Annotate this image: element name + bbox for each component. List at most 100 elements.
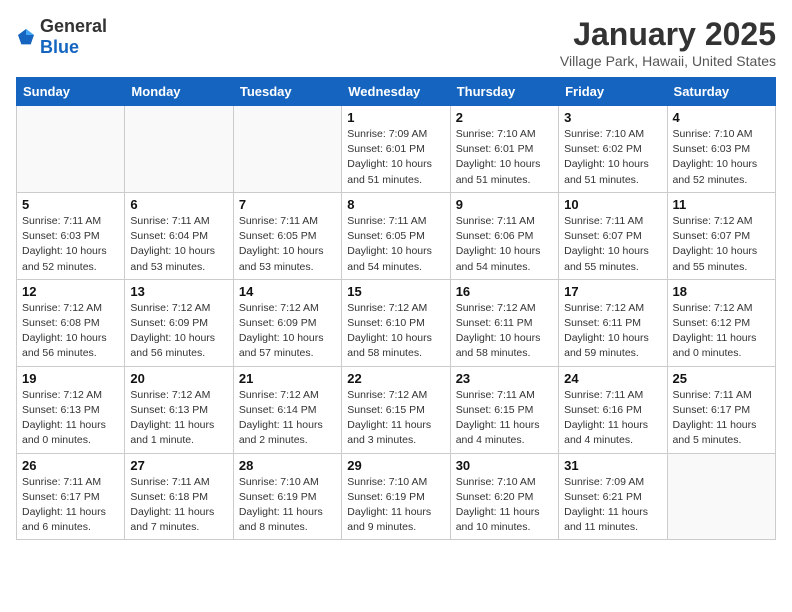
day-info: Sunrise: 7:10 AM Sunset: 6:02 PM Dayligh… bbox=[564, 127, 661, 188]
calendar-cell: 16 Sunrise: 7:12 AM Sunset: 6:11 PM Dayli… bbox=[450, 279, 558, 366]
day-number: 4 bbox=[673, 110, 770, 125]
calendar-cell: 7 Sunrise: 7:11 AM Sunset: 6:05 PM Daylig… bbox=[233, 192, 341, 279]
calendar-cell: 8 Sunrise: 7:11 AM Sunset: 6:05 PM Daylig… bbox=[342, 192, 450, 279]
calendar-cell: 14 Sunrise: 7:12 AM Sunset: 6:09 PM Dayli… bbox=[233, 279, 341, 366]
day-number: 28 bbox=[239, 458, 336, 473]
calendar-cell: 5 Sunrise: 7:11 AM Sunset: 6:03 PM Daylig… bbox=[17, 192, 125, 279]
calendar-cell: 20Sunrise: 7:12 AM Sunset: 6:13 PM Dayli… bbox=[125, 366, 233, 453]
weekday-header-wednesday: Wednesday bbox=[342, 78, 450, 106]
day-info: Sunrise: 7:11 AM Sunset: 6:05 PM Dayligh… bbox=[347, 214, 444, 275]
day-info: Sunrise: 7:12 AM Sunset: 6:13 PM Dayligh… bbox=[22, 388, 119, 449]
day-number: 11 bbox=[673, 197, 770, 212]
day-info: Sunrise: 7:10 AM Sunset: 6:03 PM Dayligh… bbox=[673, 127, 770, 188]
calendar-cell: 17 Sunrise: 7:12 AM Sunset: 6:11 PM Dayli… bbox=[559, 279, 667, 366]
week-row-2: 5 Sunrise: 7:11 AM Sunset: 6:03 PM Daylig… bbox=[17, 192, 776, 279]
calendar-cell: 24 Sunrise: 7:11 AM Sunset: 6:16 PM Dayli… bbox=[559, 366, 667, 453]
calendar-cell: 4 Sunrise: 7:10 AM Sunset: 6:03 PM Daylig… bbox=[667, 106, 775, 193]
day-number: 21 bbox=[239, 371, 336, 386]
day-number: 13 bbox=[130, 284, 227, 299]
weekday-header-sunday: Sunday bbox=[17, 78, 125, 106]
day-info: Sunrise: 7:11 AM Sunset: 6:16 PM Dayligh… bbox=[564, 388, 661, 449]
day-info: Sunrise: 7:12 AM Sunset: 6:14 PM Dayligh… bbox=[239, 388, 336, 449]
day-info: Sunrise: 7:10 AM Sunset: 6:19 PM Dayligh… bbox=[239, 475, 336, 536]
weekday-header-tuesday: Tuesday bbox=[233, 78, 341, 106]
weekday-header-saturday: Saturday bbox=[667, 78, 775, 106]
calendar-cell: 26 Sunrise: 7:11 AM Sunset: 6:17 PM Dayli… bbox=[17, 453, 125, 540]
day-info: Sunrise: 7:11 AM Sunset: 6:17 PM Dayligh… bbox=[673, 388, 770, 449]
calendar-cell: 19Sunrise: 7:12 AM Sunset: 6:13 PM Dayli… bbox=[17, 366, 125, 453]
day-number: 17 bbox=[564, 284, 661, 299]
day-number: 31 bbox=[564, 458, 661, 473]
calendar-cell: 21 Sunrise: 7:12 AM Sunset: 6:14 PM Dayli… bbox=[233, 366, 341, 453]
day-number: 18 bbox=[673, 284, 770, 299]
day-number: 24 bbox=[564, 371, 661, 386]
day-number: 30 bbox=[456, 458, 553, 473]
calendar-cell: 31 Sunrise: 7:09 AM Sunset: 6:21 PM Dayli… bbox=[559, 453, 667, 540]
calendar-cell: 15Sunrise: 7:12 AM Sunset: 6:10 PM Dayli… bbox=[342, 279, 450, 366]
day-info: Sunrise: 7:12 AM Sunset: 6:12 PM Dayligh… bbox=[673, 301, 770, 362]
day-number: 8 bbox=[347, 197, 444, 212]
calendar-cell: 28 Sunrise: 7:10 AM Sunset: 6:19 PM Dayli… bbox=[233, 453, 341, 540]
logo-general: General bbox=[40, 16, 107, 36]
day-info: Sunrise: 7:12 AM Sunset: 6:11 PM Dayligh… bbox=[456, 301, 553, 362]
day-info: Sunrise: 7:12 AM Sunset: 6:10 PM Dayligh… bbox=[347, 301, 444, 362]
day-number: 7 bbox=[239, 197, 336, 212]
calendar-cell bbox=[125, 106, 233, 193]
day-number: 26 bbox=[22, 458, 119, 473]
day-info: Sunrise: 7:11 AM Sunset: 6:15 PM Dayligh… bbox=[456, 388, 553, 449]
logo-text: General Blue bbox=[40, 16, 107, 58]
day-info: Sunrise: 7:11 AM Sunset: 6:03 PM Dayligh… bbox=[22, 214, 119, 275]
weekday-header-monday: Monday bbox=[125, 78, 233, 106]
calendar-cell: 3 Sunrise: 7:10 AM Sunset: 6:02 PM Daylig… bbox=[559, 106, 667, 193]
month-title: January 2025 bbox=[560, 16, 776, 53]
page-header: General Blue January 2025 Village Park, … bbox=[16, 16, 776, 69]
day-number: 14 bbox=[239, 284, 336, 299]
day-number: 23 bbox=[456, 371, 553, 386]
day-info: Sunrise: 7:11 AM Sunset: 6:17 PM Dayligh… bbox=[22, 475, 119, 536]
calendar-cell: 9Sunrise: 7:11 AM Sunset: 6:06 PM Daylig… bbox=[450, 192, 558, 279]
logo-icon bbox=[16, 27, 36, 47]
day-info: Sunrise: 7:09 AM Sunset: 6:21 PM Dayligh… bbox=[564, 475, 661, 536]
day-number: 3 bbox=[564, 110, 661, 125]
week-row-4: 19Sunrise: 7:12 AM Sunset: 6:13 PM Dayli… bbox=[17, 366, 776, 453]
calendar-cell: 25Sunrise: 7:11 AM Sunset: 6:17 PM Dayli… bbox=[667, 366, 775, 453]
day-number: 10 bbox=[564, 197, 661, 212]
day-info: Sunrise: 7:10 AM Sunset: 6:20 PM Dayligh… bbox=[456, 475, 553, 536]
logo: General Blue bbox=[16, 16, 107, 58]
calendar-cell: 13 Sunrise: 7:12 AM Sunset: 6:09 PM Dayli… bbox=[125, 279, 233, 366]
day-info: Sunrise: 7:12 AM Sunset: 6:09 PM Dayligh… bbox=[239, 301, 336, 362]
day-info: Sunrise: 7:11 AM Sunset: 6:05 PM Dayligh… bbox=[239, 214, 336, 275]
day-number: 6 bbox=[130, 197, 227, 212]
calendar-cell: 27Sunrise: 7:11 AM Sunset: 6:18 PM Dayli… bbox=[125, 453, 233, 540]
day-number: 22 bbox=[347, 371, 444, 386]
day-number: 12 bbox=[22, 284, 119, 299]
day-number: 29 bbox=[347, 458, 444, 473]
week-row-1: 1Sunrise: 7:09 AM Sunset: 6:01 PM Daylig… bbox=[17, 106, 776, 193]
calendar-cell bbox=[667, 453, 775, 540]
week-row-5: 26 Sunrise: 7:11 AM Sunset: 6:17 PM Dayli… bbox=[17, 453, 776, 540]
day-info: Sunrise: 7:12 AM Sunset: 6:11 PM Dayligh… bbox=[564, 301, 661, 362]
day-info: Sunrise: 7:10 AM Sunset: 6:01 PM Dayligh… bbox=[456, 127, 553, 188]
day-number: 2 bbox=[456, 110, 553, 125]
day-info: Sunrise: 7:11 AM Sunset: 6:07 PM Dayligh… bbox=[564, 214, 661, 275]
day-info: Sunrise: 7:10 AM Sunset: 6:19 PM Dayligh… bbox=[347, 475, 444, 536]
day-info: Sunrise: 7:12 AM Sunset: 6:09 PM Dayligh… bbox=[130, 301, 227, 362]
calendar-cell bbox=[233, 106, 341, 193]
week-row-3: 12 Sunrise: 7:12 AM Sunset: 6:08 PM Dayli… bbox=[17, 279, 776, 366]
day-info: Sunrise: 7:12 AM Sunset: 6:13 PM Dayligh… bbox=[130, 388, 227, 449]
location-title: Village Park, Hawaii, United States bbox=[560, 53, 776, 69]
day-number: 16 bbox=[456, 284, 553, 299]
calendar-table: SundayMondayTuesdayWednesdayThursdayFrid… bbox=[16, 77, 776, 540]
day-info: Sunrise: 7:12 AM Sunset: 6:07 PM Dayligh… bbox=[673, 214, 770, 275]
calendar-cell: 11 Sunrise: 7:12 AM Sunset: 6:07 PM Dayli… bbox=[667, 192, 775, 279]
day-info: Sunrise: 7:12 AM Sunset: 6:08 PM Dayligh… bbox=[22, 301, 119, 362]
calendar-cell: 12 Sunrise: 7:12 AM Sunset: 6:08 PM Dayli… bbox=[17, 279, 125, 366]
day-info: Sunrise: 7:09 AM Sunset: 6:01 PM Dayligh… bbox=[347, 127, 444, 188]
calendar-cell: 23 Sunrise: 7:11 AM Sunset: 6:15 PM Dayli… bbox=[450, 366, 558, 453]
calendar-cell: 2 Sunrise: 7:10 AM Sunset: 6:01 PM Daylig… bbox=[450, 106, 558, 193]
calendar-cell: 29 Sunrise: 7:10 AM Sunset: 6:19 PM Dayli… bbox=[342, 453, 450, 540]
weekday-header-friday: Friday bbox=[559, 78, 667, 106]
day-number: 5 bbox=[22, 197, 119, 212]
calendar-cell: 1Sunrise: 7:09 AM Sunset: 6:01 PM Daylig… bbox=[342, 106, 450, 193]
calendar-cell: 18 Sunrise: 7:12 AM Sunset: 6:12 PM Dayli… bbox=[667, 279, 775, 366]
